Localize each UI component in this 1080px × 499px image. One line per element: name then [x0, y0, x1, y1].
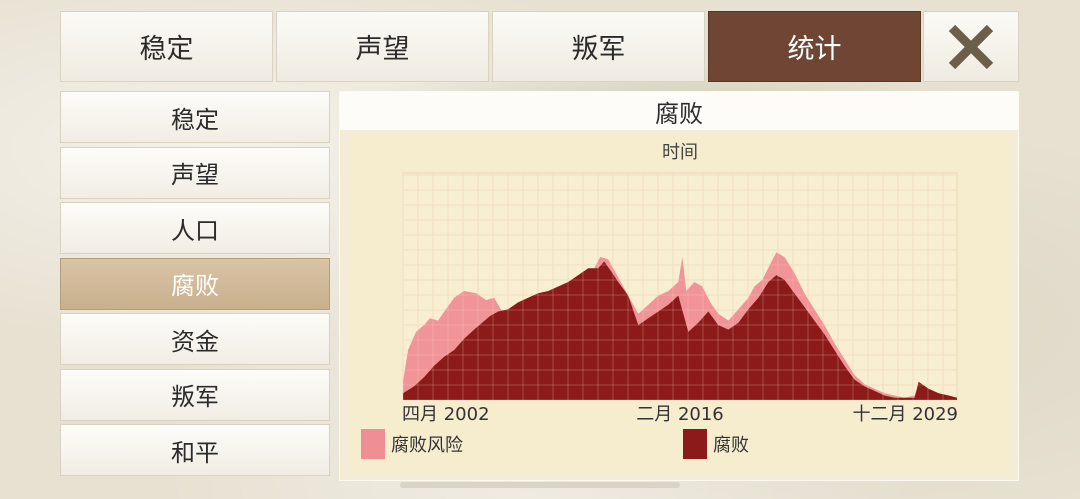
close-button[interactable] — [923, 11, 1019, 82]
sidebar-item-corruption[interactable]: 腐败 — [60, 257, 330, 310]
tab-rebels[interactable]: 叛军 — [492, 11, 705, 82]
chart-title: 时间 — [662, 142, 698, 163]
tab-prestige[interactable]: 声望 — [276, 11, 489, 82]
corruption-chart: 时间四月 2002 二月 2016 十二月 2029 腐败风险 腐败 — [361, 142, 958, 459]
panel-title: 腐败 — [340, 92, 1018, 130]
legend-label: 腐败 — [713, 435, 749, 456]
x-tick-label: 十二月 2029 — [852, 404, 958, 425]
legend-swatch — [361, 429, 385, 459]
sidebar-item-population[interactable]: 人口 — [60, 202, 330, 254]
x-tick-label: 二月 2016 — [636, 404, 724, 425]
stat-category-list: 稳定 声望 人口 腐败 资金 叛军 和平 — [60, 91, 330, 480]
sidebar-item-rebels[interactable]: 叛军 — [60, 368, 330, 421]
chart-panel: 腐败 时间四月 2002 二月 2016 十二月 2029 腐败风险 腐败 — [339, 91, 1019, 481]
top-tab-bar: 稳定 声望 叛军 统计 — [60, 11, 924, 82]
sidebar-item-peace[interactable]: 和平 — [60, 424, 330, 476]
sidebar-item-stability[interactable]: 稳定 — [60, 91, 330, 143]
tab-statistics[interactable]: 统计 — [708, 11, 921, 82]
chart-area: 时间四月 2002 二月 2016 十二月 2029 腐败风险 腐败 — [349, 136, 1009, 473]
legend-swatch — [683, 429, 707, 459]
close-x-icon — [948, 24, 994, 69]
sidebar-item-prestige[interactable]: 声望 — [60, 146, 330, 199]
horizontal-scrollbar[interactable] — [400, 482, 680, 488]
legend-label: 腐败风险 — [391, 435, 463, 456]
sidebar-item-funds[interactable]: 资金 — [60, 313, 330, 365]
tab-stability[interactable]: 稳定 — [60, 11, 273, 82]
x-tick-label: 四月 2002 — [402, 404, 490, 425]
